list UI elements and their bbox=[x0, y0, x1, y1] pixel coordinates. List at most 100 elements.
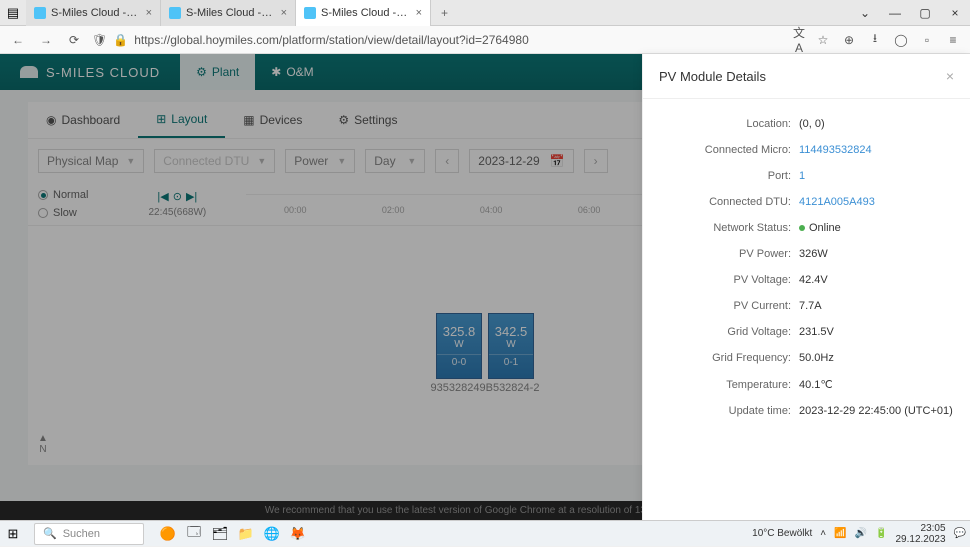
speed-normal-radio[interactable]: Normal bbox=[38, 189, 88, 201]
extensions-icon[interactable]: ▫ bbox=[918, 33, 936, 47]
dtu-select[interactable]: Connected DTU▼ bbox=[154, 149, 275, 173]
new-tab-button[interactable]: + bbox=[431, 6, 458, 20]
taskbar-app-3[interactable]: 🗂 bbox=[208, 522, 232, 546]
tray-sound-icon[interactable]: 🔊 bbox=[855, 528, 867, 539]
address-bar: ← → ⟳ 🛡 🔒 https://global.hoymiles.com/pl… bbox=[0, 26, 970, 54]
gridv-value: 231.5V bbox=[799, 326, 834, 338]
grid-icon: ⊞ bbox=[156, 112, 166, 126]
voltage-value: 42.4V bbox=[799, 274, 828, 286]
chevron-down-icon: ▼ bbox=[257, 156, 266, 166]
taskbar-clock[interactable]: 23:05 29.12.2023 bbox=[895, 523, 945, 545]
bookmark-icon[interactable]: ☆ bbox=[814, 33, 832, 47]
calendar-icon: 📅 bbox=[550, 154, 565, 168]
power-label: PV Power: bbox=[659, 248, 799, 260]
tab-bar: ▤ S-Miles Cloud - Hoymiles Pow…× S-Miles… bbox=[0, 0, 970, 26]
cloud-icon bbox=[169, 7, 181, 19]
lock-icon: 🔒 bbox=[113, 33, 128, 47]
micro-label: Connected Micro: bbox=[659, 144, 799, 156]
close-icon[interactable]: × bbox=[146, 7, 152, 19]
close-icon[interactable]: × bbox=[416, 7, 422, 19]
cloud-icon bbox=[20, 66, 38, 78]
speed-slow-radio[interactable]: Slow bbox=[38, 207, 88, 219]
metric-select[interactable]: Power▼ bbox=[285, 149, 355, 173]
url-field[interactable]: 🛡 🔒 https://global.hoymiles.com/platform… bbox=[92, 24, 832, 55]
browser-tab-2[interactable]: S-Miles Cloud - Hoymiles Pow…× bbox=[161, 0, 296, 26]
save-icon[interactable]: ⊕ bbox=[840, 33, 858, 47]
gridf-label: Grid Frequency: bbox=[659, 352, 799, 364]
temp-value: 40.1℃ bbox=[799, 378, 833, 391]
close-icon[interactable]: × bbox=[281, 7, 287, 19]
browser-tab-3[interactable]: S-Miles Cloud - Hoymiles Pow…× bbox=[296, 0, 431, 26]
taskbar-firefox[interactable]: 🦊 bbox=[286, 522, 310, 546]
update-label: Update time: bbox=[659, 405, 799, 417]
nav-plant[interactable]: ⚙Plant bbox=[180, 54, 255, 90]
shield-icon: 🛡 bbox=[92, 33, 107, 47]
skip-back-button[interactable]: |◀ bbox=[157, 190, 168, 203]
date-picker[interactable]: 2023-12-29📅 bbox=[469, 149, 573, 173]
chevron-down-icon: ▼ bbox=[126, 156, 135, 166]
current-label: PV Current: bbox=[659, 300, 799, 312]
search-icon: 🔍 bbox=[43, 527, 57, 540]
skip-fwd-button[interactable]: ▶| bbox=[186, 190, 197, 203]
wrench-icon: ✱ bbox=[271, 65, 281, 79]
location-value: (0, 0) bbox=[799, 118, 825, 130]
tab-dashboard[interactable]: ◉Dashboard bbox=[28, 102, 138, 138]
tab-devices[interactable]: ▦Devices bbox=[225, 102, 320, 138]
notifications-icon[interactable]: 💬 bbox=[954, 528, 966, 539]
taskbar-search[interactable]: 🔍Suchen bbox=[34, 523, 144, 545]
taskbar-app-2[interactable]: 🗔 bbox=[182, 522, 206, 546]
tab-layout[interactable]: ⊞Layout bbox=[138, 102, 225, 138]
maximize-button[interactable]: ▢ bbox=[910, 0, 940, 26]
taskbar-app-4[interactable]: 📁 bbox=[234, 522, 258, 546]
gridv-label: Grid Voltage: bbox=[659, 326, 799, 338]
brand-logo[interactable]: S-MILES CLOUD bbox=[0, 65, 180, 80]
status-label: Network Status: bbox=[659, 222, 799, 234]
sidebar-toggle[interactable]: ▤ bbox=[0, 0, 26, 26]
tray-wifi-icon[interactable]: 📶 bbox=[834, 528, 846, 539]
tab-settings[interactable]: ⚙Settings bbox=[320, 102, 415, 138]
taskbar-edge[interactable]: 🌐 bbox=[260, 522, 284, 546]
back-button[interactable]: ← bbox=[8, 33, 28, 47]
translate-icon[interactable]: 文A bbox=[790, 24, 808, 55]
panel-title: PV Module Details bbox=[659, 69, 766, 84]
panel-close-button[interactable]: × bbox=[946, 68, 954, 84]
pv-module-1[interactable]: 342.5 W 0-1 bbox=[488, 313, 534, 379]
download-icon[interactable]: ⭳ bbox=[866, 29, 884, 50]
taskbar-app-1[interactable]: 🟠 bbox=[156, 522, 180, 546]
gear-icon: ⚙ bbox=[338, 113, 349, 127]
current-value: 7.7A bbox=[799, 300, 822, 312]
power-value: 326W bbox=[799, 248, 828, 260]
map-type-select[interactable]: Physical Map▼ bbox=[38, 149, 144, 173]
status-dot-icon bbox=[799, 225, 805, 231]
pv-module-0[interactable]: 325.8 W 0-0 bbox=[436, 313, 482, 379]
port-link[interactable]: 1 bbox=[799, 170, 805, 182]
dtu-label: Connected DTU: bbox=[659, 196, 799, 208]
weather-widget[interactable]: 10°C Bewölkt bbox=[752, 528, 812, 539]
update-value: 2023-12-29 22:45:00 (UTC+01) bbox=[799, 405, 953, 417]
start-button[interactable]: ⊞ bbox=[0, 521, 26, 547]
play-button[interactable]: ⊙ bbox=[173, 190, 182, 203]
voltage-label: PV Voltage: bbox=[659, 274, 799, 286]
next-date-button[interactable]: › bbox=[584, 149, 608, 173]
micro-link[interactable]: 114493532824 bbox=[799, 144, 872, 156]
period-select[interactable]: Day▼ bbox=[365, 149, 425, 173]
nav-om[interactable]: ✱O&M bbox=[255, 54, 329, 90]
temp-label: Temperature: bbox=[659, 379, 799, 391]
gridf-value: 50.0Hz bbox=[799, 352, 834, 364]
tray-battery-icon[interactable]: 🔋 bbox=[875, 528, 887, 539]
browser-tab-1[interactable]: S-Miles Cloud - Hoymiles Pow…× bbox=[26, 0, 161, 26]
close-button[interactable]: × bbox=[940, 0, 970, 26]
account-icon[interactable]: ◯ bbox=[892, 33, 910, 47]
compass-icon: ▲N bbox=[38, 433, 48, 455]
chevron-down-icon[interactable]: ⌄ bbox=[850, 0, 880, 26]
details-panel: PV Module Details × Location:(0, 0) Conn… bbox=[642, 54, 970, 520]
dtu-link[interactable]: 4121A005A493 bbox=[799, 196, 875, 208]
reload-button[interactable]: ⟳ bbox=[64, 33, 84, 47]
chip-icon: ▦ bbox=[243, 113, 254, 127]
tray-chevron-icon[interactable]: ˄ bbox=[820, 528, 826, 539]
forward-button[interactable]: → bbox=[36, 33, 56, 47]
prev-date-button[interactable]: ‹ bbox=[435, 149, 459, 173]
minimize-button[interactable]: — bbox=[880, 0, 910, 26]
menu-icon[interactable]: ≡ bbox=[944, 33, 962, 47]
app-container: S-MILES CLOUD ⚙Plant ✱O&M ◉Dashboard ⊞La… bbox=[0, 54, 970, 520]
